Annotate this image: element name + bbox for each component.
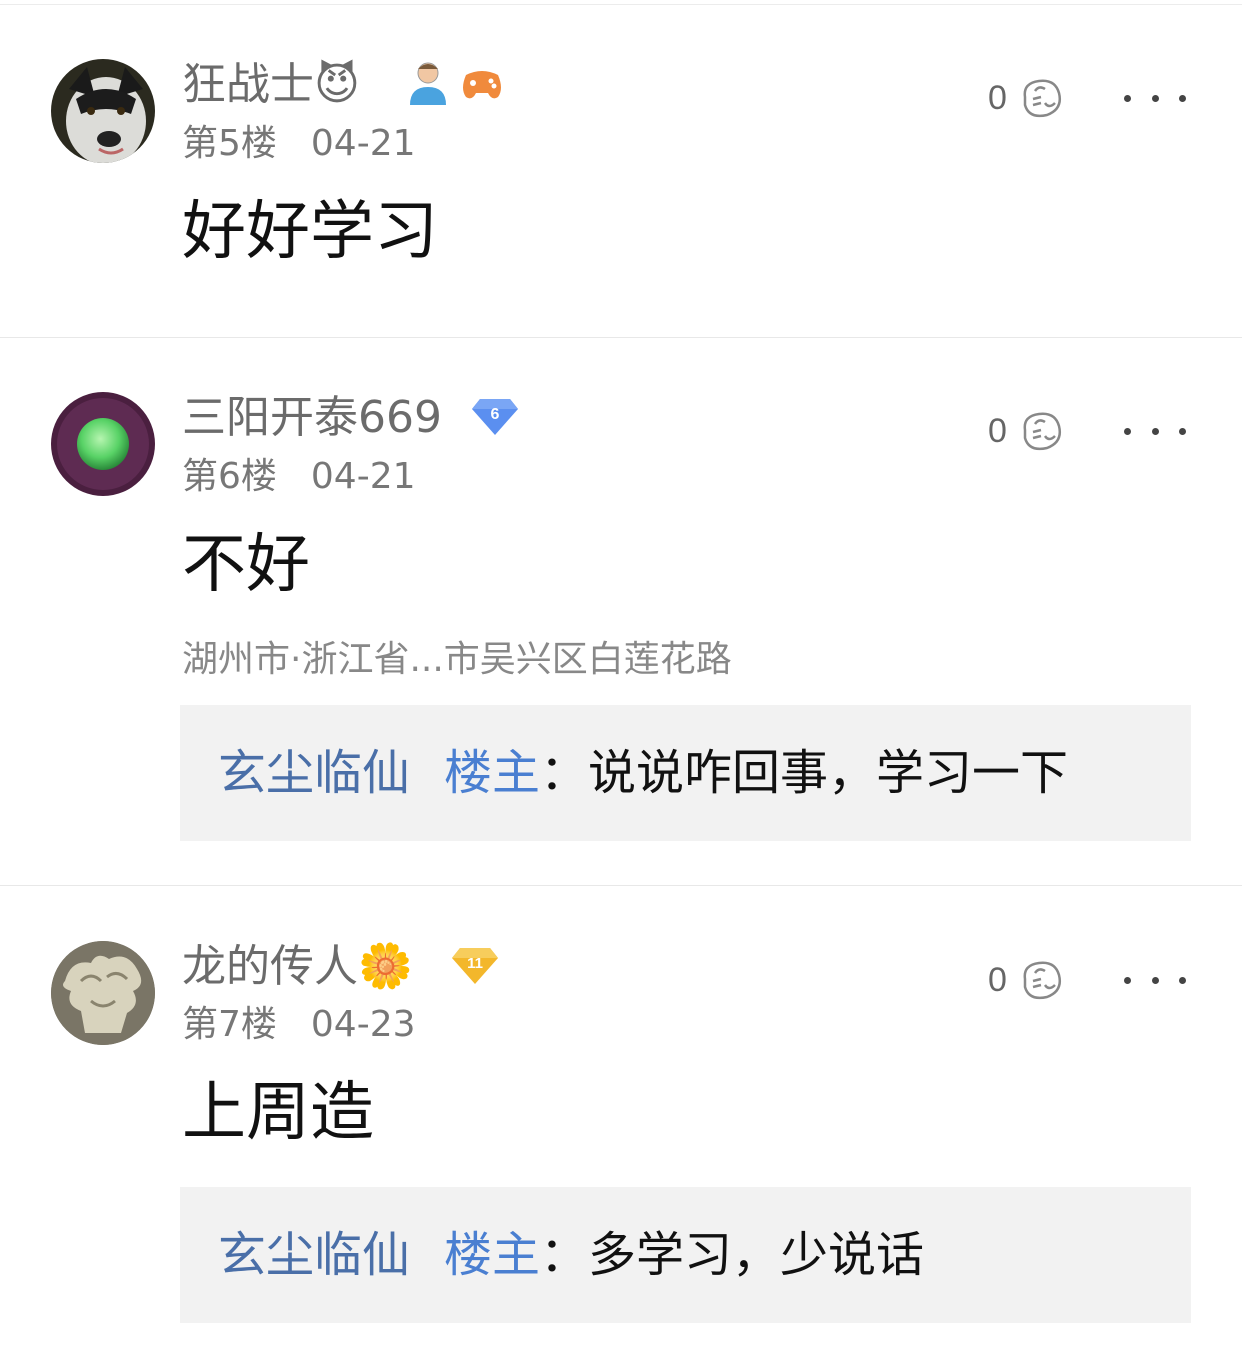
like-count: 0 [988,78,1007,117]
like-count: 0 [988,960,1007,999]
post-meta: 第6楼 04-21 [182,455,416,499]
username[interactable]: 龙的传人🌼 [182,939,413,995]
reply-text: 多学习，少说话 [588,1227,925,1283]
floor-number: 第6楼 [182,456,277,497]
username[interactable]: 三阳开泰669 [182,390,442,446]
post-content: 上周造 [182,1076,374,1150]
floor-number: 第7楼 [182,1004,277,1045]
more-options-icon[interactable] [1124,88,1186,108]
more-options-icon[interactable] [1124,421,1186,441]
avatar[interactable] [51,392,155,496]
post-date: 04-23 [310,1004,416,1045]
reply-box[interactable]: 玄尘临仙 楼主：多学习，少说话 [180,1187,1191,1323]
floor-number: 第5楼 [182,123,277,164]
post-content: 不好 [182,528,310,602]
post-divider [0,337,1242,338]
more-options-icon[interactable] [1124,970,1186,990]
level-badge-icon: 11 [450,944,500,990]
thumbs-up-face-icon [1023,412,1061,451]
post-date: 04-21 [310,123,416,164]
avatar[interactable] [51,941,155,1045]
thumbs-up-face-icon [1023,79,1061,118]
top-divider [0,4,1242,5]
thumbs-up-face-icon [1023,961,1061,1000]
reply-author[interactable]: 玄尘临仙 [218,745,410,801]
reply-line: 玄尘临仙 楼主：多学习，少说话 [218,1187,924,1323]
user-badges [406,57,504,113]
user-avatar-icon [406,59,450,111]
like-count: 0 [988,411,1007,450]
avatar[interactable] [51,59,155,163]
post-location[interactable]: 湖州市·浙江省...市吴兴区白莲花路 [182,638,732,682]
like-button[interactable]: 0 [988,76,1063,120]
reply-separator: ： [540,745,589,801]
reply-separator: ： [540,1227,589,1283]
level-number: 11 [467,955,483,972]
post-meta: 第7楼 04-23 [182,1003,416,1047]
level-number: 6 [491,406,500,423]
op-tag: 楼主 [444,745,541,801]
user-badges: 11 [450,939,500,995]
level-badge-icon: 6 [470,395,520,441]
like-button[interactable]: 0 [988,958,1063,1002]
op-tag: 楼主 [444,1227,541,1283]
reply-author[interactable]: 玄尘临仙 [218,1227,410,1283]
reply-box[interactable]: 玄尘临仙 楼主：说说咋回事，学习一下 [180,705,1191,841]
post-meta: 第5楼 04-21 [182,122,416,166]
reply-line: 玄尘临仙 楼主：说说咋回事，学习一下 [218,705,1068,841]
post-date: 04-21 [310,456,416,497]
gamepad-icon [460,63,504,107]
post-divider [0,885,1242,886]
like-button[interactable]: 0 [988,409,1063,453]
user-badges: 6 [470,390,520,446]
username[interactable]: 狂战士😈 [182,57,360,113]
reply-text: 说说咋回事，学习一下 [588,745,1069,801]
post-content: 好好学习 [182,195,438,269]
